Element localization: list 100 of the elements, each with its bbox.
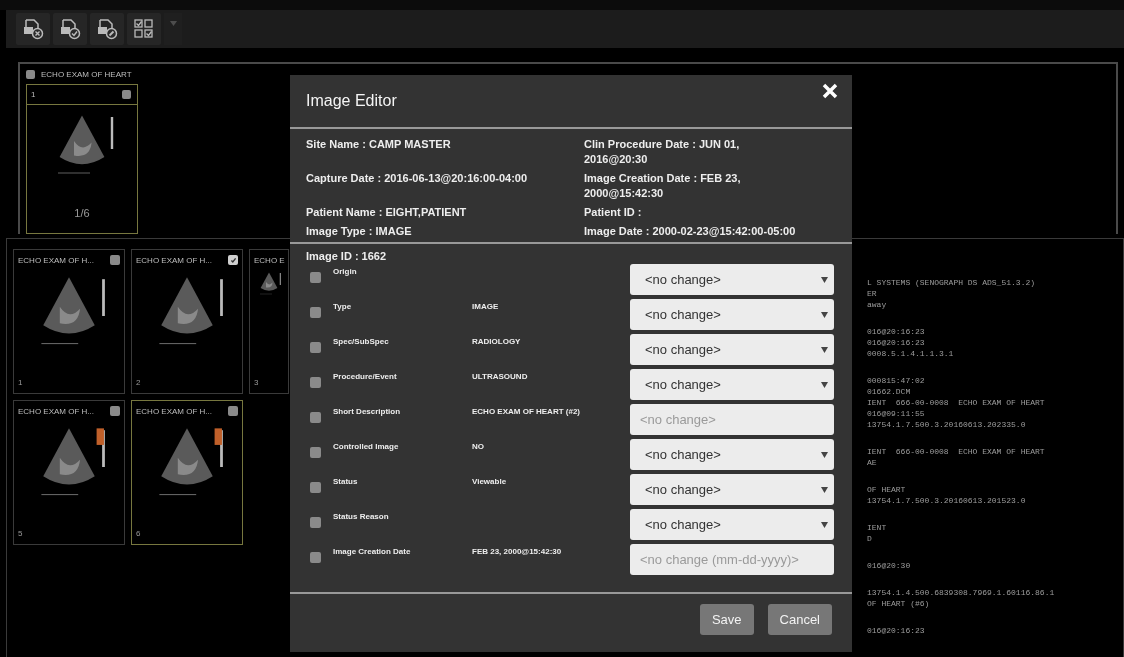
- checkbox[interactable]: [310, 342, 321, 353]
- info-text: Image Type : IMAGE: [306, 224, 413, 239]
- thumbnail-title: ECHO EXAM OF H...: [136, 406, 212, 416]
- image-counter: 1/6: [74, 207, 90, 219]
- input-field[interactable]: <no change (mm-dd-yyyy)>: [630, 544, 834, 575]
- thumbnail-card[interactable]: ECHO EXAM OF H... 2: [131, 249, 243, 394]
- close-icon: [822, 83, 838, 99]
- metadata-line: D: [867, 533, 873, 544]
- cancel-button[interactable]: Cancel: [767, 603, 832, 635]
- dropdown[interactable]: <no change>: [630, 264, 834, 295]
- info-text: Image Creation Date : FEB 23, 2000@15:42:30: [584, 171, 742, 201]
- metadata-line: IENT: [867, 522, 888, 533]
- metadata-line: away: [867, 299, 888, 310]
- caret-icon: [821, 451, 828, 458]
- info-text: Clin Procedure Date : JUN 01, 2016@20:30: [584, 137, 741, 167]
- dropdown[interactable]: <no change>: [630, 334, 834, 365]
- metadata-line: IENT 666-00-0008 ECHO EXAM OF HEART: [867, 397, 1046, 408]
- thumbnail-card[interactable]: ECHO EXAM OF H... 5: [13, 400, 125, 545]
- edit-image-button[interactable]: [90, 13, 124, 45]
- thumbnail-number: 3: [254, 378, 260, 387]
- checkbox[interactable]: [310, 447, 321, 458]
- field-value: FEB 23, 2000@15:42:30: [472, 546, 563, 556]
- image-id: Image ID : 1662: [305, 249, 388, 262]
- image-preview-card[interactable]: 1 1/6: [26, 84, 138, 234]
- metadata-line: ER: [867, 288, 878, 299]
- thumbnail-title: ECHO EXAM OF H...: [18, 255, 94, 265]
- checkbox[interactable]: [310, 272, 321, 283]
- field-label: Spec/SubSpec: [333, 336, 390, 346]
- checkbox[interactable]: [26, 70, 35, 79]
- metadata-line: 016@20:16:23: [867, 625, 926, 636]
- checkbox[interactable]: [310, 412, 321, 423]
- info-text: Site Name : CAMP MASTER: [306, 137, 452, 152]
- caret-icon: [821, 381, 828, 388]
- field-value: IMAGE: [472, 301, 500, 311]
- approve-image-button[interactable]: [53, 13, 87, 45]
- info-text: Capture Date : 2016-06-13@20:16:00-04:00: [306, 171, 529, 186]
- study-title: ECHO EXAM OF HEART: [41, 70, 132, 79]
- field-label: Origin: [333, 266, 358, 276]
- thumbnail-number: 5: [18, 529, 24, 538]
- thumbnail-number: 2: [136, 378, 142, 387]
- dropdown[interactable]: <no change>: [630, 509, 834, 540]
- metadata-line: 13754.1.7.500.3.20160613.202335.0: [867, 419, 1027, 430]
- checkbox[interactable]: [228, 255, 238, 265]
- metadata-line: L SYSTEMS (SENOGRAPH DS ADS_51.3.2): [867, 277, 1037, 288]
- thumbnail-number: 1: [18, 378, 24, 387]
- field-label: Short Description: [333, 406, 402, 416]
- caret-icon: [821, 486, 828, 493]
- metadata-line: 13754.1.7.500.3.20160613.201523.0: [867, 495, 1027, 506]
- document-camera-check-icon: [59, 18, 81, 40]
- checkbox[interactable]: [110, 406, 120, 416]
- thumbnail-card[interactable]: ECHO EXAM OF H... 6: [131, 400, 243, 545]
- input-field[interactable]: <no change>: [630, 404, 834, 435]
- metadata-line: OF HEART (#6): [867, 598, 931, 609]
- checkbox[interactable]: [310, 482, 321, 493]
- metadata-line: 016@09:11:55: [867, 408, 926, 419]
- metadata-line: AE: [867, 457, 878, 468]
- checkbox[interactable]: [310, 552, 321, 563]
- field-label: Status Reason: [333, 511, 390, 521]
- checkbox[interactable]: [228, 406, 238, 416]
- dropdown[interactable]: <no change>: [630, 299, 834, 330]
- caret-icon: [169, 21, 177, 26]
- metadata-line: 13754.1.4.500.6839308.7969.1.60116.86.1: [867, 587, 1055, 598]
- info-text: Patient Name : EIGHT,PATIENT: [306, 205, 468, 220]
- dropdown[interactable]: <no change>: [630, 439, 834, 470]
- thumbnail-title: ECHO E: [254, 255, 285, 265]
- thumbnail-card[interactable]: ECHO E 3: [249, 249, 289, 394]
- checkbox-grid-icon: [133, 18, 155, 40]
- checkbox[interactable]: [122, 90, 131, 99]
- select-all-button[interactable]: [127, 13, 161, 45]
- metadata-line: 000815:47:02: [867, 375, 926, 386]
- remove-image-button[interactable]: [16, 13, 50, 45]
- document-camera-pen-icon: [96, 18, 118, 40]
- field-label: Procedure/Event: [333, 371, 398, 381]
- thumbnail-title: ECHO EXAM OF H...: [136, 255, 212, 265]
- metadata-line: 01662.DCM: [867, 386, 912, 397]
- image-number: 1: [31, 90, 36, 99]
- thumbnail-card[interactable]: ECHO EXAM OF H... 1: [13, 249, 125, 394]
- field-label: Image Creation Date: [333, 546, 412, 556]
- save-button[interactable]: Save: [699, 603, 754, 635]
- checkbox[interactable]: [310, 307, 321, 318]
- field-value: RADIOLOGY: [472, 336, 522, 346]
- field-value: Viewable: [472, 476, 508, 486]
- field-label: Type: [333, 301, 353, 311]
- checkbox[interactable]: [310, 517, 321, 528]
- caret-icon: [821, 521, 828, 528]
- dropdown[interactable]: <no change>: [630, 369, 834, 400]
- metadata-line: 0008.5.1.4.1.1.3.1: [867, 348, 955, 359]
- caret-icon: [821, 276, 828, 283]
- field-label: Status: [333, 476, 359, 486]
- dropdown[interactable]: <no change>: [630, 474, 834, 505]
- field-label: Controlled Image: [333, 441, 400, 451]
- info-text: Patient ID :: [584, 205, 643, 220]
- metadata-line: 016@20:16:23: [867, 326, 926, 337]
- close-button[interactable]: [822, 83, 838, 99]
- field-value: ECHO EXAM OF HEART (#2): [472, 406, 581, 416]
- metadata-line: 016@20:16:23: [867, 337, 926, 348]
- metadata-line: IENT 666-00-0008 ECHO EXAM OF HEART: [867, 446, 1046, 457]
- checkbox[interactable]: [310, 377, 321, 388]
- field-value: NO: [472, 441, 485, 451]
- checkbox[interactable]: [110, 255, 120, 265]
